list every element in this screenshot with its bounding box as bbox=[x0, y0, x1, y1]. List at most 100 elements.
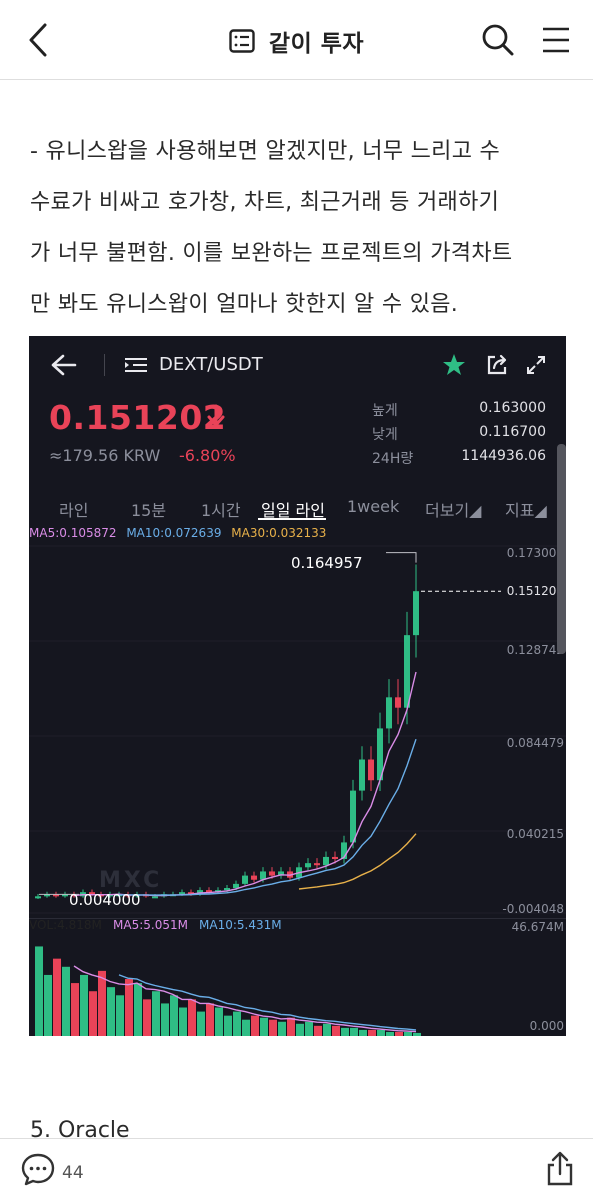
candle bbox=[242, 875, 248, 884]
candle bbox=[233, 883, 239, 889]
volume-bar bbox=[395, 1031, 403, 1036]
volume-bar bbox=[287, 1017, 295, 1036]
tab-1hour[interactable]: 1시간 bbox=[201, 497, 241, 521]
candle bbox=[395, 697, 401, 708]
volume-bar bbox=[305, 1021, 313, 1036]
candlestick-chart[interactable] bbox=[29, 541, 566, 1036]
current-price-label: 0.151202 bbox=[506, 584, 564, 598]
watermark: MXC bbox=[99, 868, 163, 893]
low-marker-label: 0.004000 bbox=[69, 891, 141, 909]
volume-bar bbox=[260, 1017, 268, 1036]
stat-value: 0.163000 bbox=[479, 400, 546, 416]
volume-bar bbox=[278, 1021, 286, 1036]
tab-indicators[interactable]: 지표◢ bbox=[505, 497, 547, 521]
candle bbox=[386, 697, 392, 729]
candle bbox=[314, 863, 320, 866]
paragraph-line: 수료가 비싸고 호가창, 차트, 최근거래 등 거래하기 bbox=[30, 190, 500, 215]
volume-bar bbox=[269, 1019, 277, 1036]
candles bbox=[35, 564, 419, 899]
volume-bar bbox=[359, 1029, 367, 1036]
footer-bar: 44 bbox=[0, 1138, 593, 1200]
volume-bar bbox=[377, 1029, 385, 1036]
trading-top-bar: DEXT/USDT bbox=[29, 336, 566, 394]
candle bbox=[269, 871, 275, 876]
volume-bars bbox=[35, 946, 421, 1036]
app-header: 같이 투자 bbox=[0, 0, 593, 80]
volume-bar bbox=[125, 979, 133, 1036]
candle bbox=[413, 591, 419, 636]
krw-price: ≈179.56 KRW bbox=[49, 446, 161, 465]
volume-bar bbox=[188, 999, 196, 1036]
share-icon[interactable] bbox=[542, 1151, 578, 1187]
stat-value: 1144936.06 bbox=[461, 448, 546, 464]
volume-bar bbox=[179, 1007, 187, 1036]
article-paragraph: - 유니스왑을 사용해보면 알겠지만, 너무 느리고 수 수료가 비싸고 호가창… bbox=[30, 126, 570, 330]
speech-bubble-icon[interactable] bbox=[20, 1151, 56, 1187]
tab-15min[interactable]: 15분 bbox=[131, 497, 166, 521]
share-icon bbox=[487, 354, 507, 375]
volume-bar bbox=[197, 1011, 205, 1036]
volume-bar bbox=[323, 1023, 331, 1036]
page-title: 같이 투자 bbox=[268, 31, 365, 57]
volume-bar bbox=[71, 983, 79, 1036]
volume-value: VOL:4.818M bbox=[29, 918, 102, 932]
volume-bar bbox=[350, 1027, 358, 1036]
price-change: -6.80% bbox=[179, 446, 236, 465]
paragraph-line: 만 봐도 유니스왑이 얼마나 핫한지 알 수 있음. bbox=[30, 292, 459, 317]
volume-bar bbox=[215, 1007, 223, 1036]
price-axis-label: 0.173005 bbox=[506, 546, 564, 560]
trading-chart-image[interactable]: DEXT/USDT 0.151202 ≈179.56 KRW -6.80% 높게… bbox=[29, 336, 566, 1036]
volume-bar bbox=[314, 1025, 322, 1036]
volume-bar bbox=[296, 1023, 304, 1036]
volume-bar bbox=[143, 999, 151, 1036]
list-document-icon bbox=[229, 29, 255, 53]
volume-bar bbox=[206, 1003, 214, 1036]
volume-bar bbox=[62, 966, 70, 1036]
volume-bar bbox=[332, 1025, 340, 1036]
tab-line[interactable]: 라인 bbox=[59, 497, 88, 521]
stat-label: 24H량 bbox=[372, 451, 414, 467]
volume-bar bbox=[224, 1015, 232, 1036]
ma-legend: MA5:0.105872 MA10:0.072639 MA30:0.032133 bbox=[29, 526, 326, 540]
volume-bar bbox=[134, 983, 142, 1036]
tab-1week[interactable]: 1week bbox=[347, 497, 399, 516]
search-button[interactable] bbox=[476, 18, 520, 62]
candle bbox=[359, 759, 365, 791]
menu-button[interactable] bbox=[534, 18, 578, 62]
price-axis-label: -0.004048 bbox=[502, 902, 564, 916]
paragraph-line: - 유니스왑을 사용해보면 알겠지만, 너무 느리고 수 bbox=[30, 139, 501, 164]
volume-bar bbox=[251, 1015, 259, 1036]
price-axis-label: 0.084479 bbox=[506, 736, 564, 750]
arrow-down-icon bbox=[207, 404, 225, 427]
volume-bar bbox=[53, 958, 61, 1036]
candle bbox=[152, 896, 158, 899]
volume-bar bbox=[170, 995, 178, 1036]
back-arrow-icon bbox=[51, 354, 77, 376]
ma30-value: MA30:0.032133 bbox=[231, 526, 327, 540]
candle bbox=[368, 759, 374, 781]
active-tab-underline bbox=[258, 518, 326, 520]
volume-ma5: MA5:5.051M bbox=[113, 918, 188, 932]
stat-label: 높게 bbox=[372, 403, 398, 419]
stat-value: 0.116700 bbox=[479, 424, 546, 440]
volume-bar bbox=[35, 946, 43, 1036]
chart-annotations bbox=[39, 552, 501, 895]
chart-grid bbox=[29, 545, 566, 914]
last-price: 0.151202 bbox=[49, 398, 227, 437]
volume-bar bbox=[80, 974, 88, 1036]
volume-axis-label: 0.000 bbox=[529, 1019, 564, 1033]
list-icon bbox=[125, 358, 147, 372]
tab-more[interactable]: 더보기◢ bbox=[425, 497, 481, 521]
paragraph-line: 가 너무 불편함. 이를 보완하는 프로젝트의 가격차트 bbox=[30, 241, 513, 266]
candle bbox=[332, 856, 338, 860]
pair-name: DEXT/USDT bbox=[159, 354, 263, 375]
volume-bar bbox=[386, 1031, 394, 1036]
comment-count[interactable]: 44 bbox=[62, 1163, 84, 1183]
volume-bar bbox=[404, 1031, 412, 1036]
candle bbox=[404, 635, 410, 708]
volume-bar bbox=[368, 1029, 376, 1036]
scroll-indicator[interactable] bbox=[557, 444, 566, 654]
volume-bar bbox=[116, 995, 124, 1036]
star-icon bbox=[443, 354, 465, 375]
high-marker-line bbox=[386, 552, 417, 563]
